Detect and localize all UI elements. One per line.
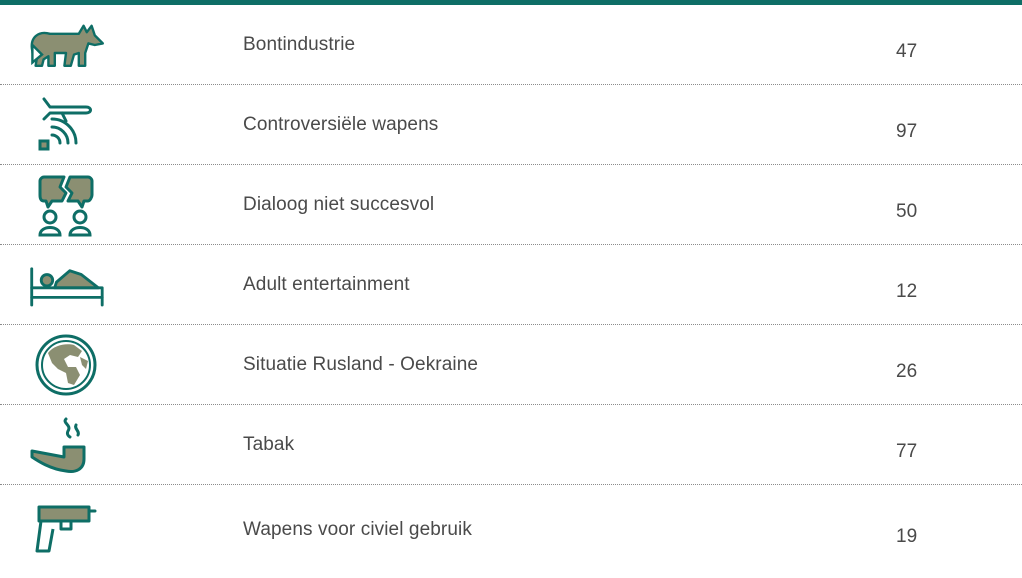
table-row: Situatie Rusland - Oekraine 26 (0, 325, 1022, 405)
row-value: 77 (896, 441, 918, 462)
table-row: Dialoog niet succesvol 50 (0, 165, 1022, 245)
globe-icon (26, 334, 106, 396)
row-value: 19 (896, 526, 918, 547)
row-label: Bontindustrie (243, 34, 356, 55)
row-value: 26 (896, 361, 918, 382)
fox-icon (26, 15, 106, 75)
table-row: Controversiële wapens 97 (0, 85, 1022, 165)
exclusion-table: Bontindustrie 47 Controversiële wapens 9… (0, 5, 1022, 575)
row-label: Situatie Rusland - Oekraine (243, 354, 479, 375)
row-label: Adult entertainment (243, 274, 410, 295)
row-value: 50 (896, 201, 918, 222)
drone-icon (26, 95, 106, 155)
row-label: Controversiële wapens (243, 114, 439, 135)
row-value: 97 (896, 121, 918, 142)
bed-icon (26, 255, 106, 315)
table-row: Tabak 77 (0, 405, 1022, 485)
row-label: Tabak (243, 434, 295, 455)
row-value: 47 (896, 41, 918, 62)
table-row: Bontindustrie 47 (0, 5, 1022, 85)
row-value: 12 (896, 281, 918, 302)
broken-dialogue-icon (26, 175, 106, 237)
pipe-icon (26, 415, 106, 475)
row-label: Dialoog niet succesvol (243, 194, 435, 215)
table-row: Wapens voor civiel gebruik 19 (0, 485, 1022, 575)
row-label: Wapens voor civiel gebruik (243, 519, 472, 540)
pistol-icon (26, 499, 106, 559)
table-row: Adult entertainment 12 (0, 245, 1022, 325)
